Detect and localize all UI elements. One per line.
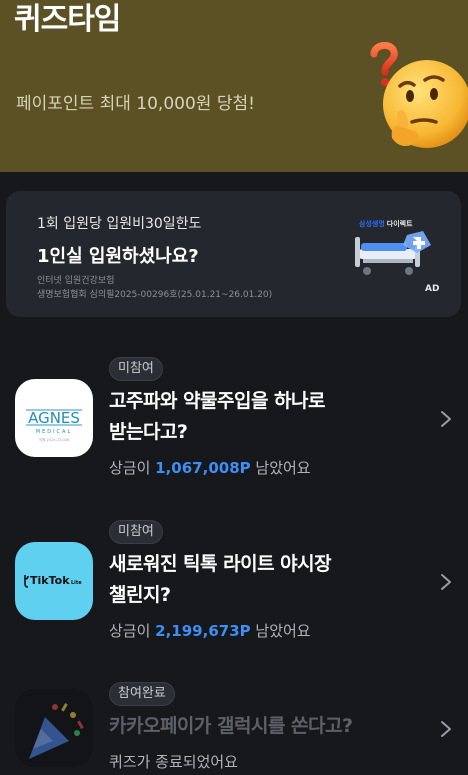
status-badge: 미참여 xyxy=(109,520,163,544)
ad-label: AD xyxy=(425,284,440,294)
quiz-title-line2: 받는다고? xyxy=(109,421,188,443)
quiz-title-line1: 새로워진 틱톡 라이트 야시장 xyxy=(109,553,332,575)
kakaopay-quiz-logo xyxy=(15,689,93,767)
chevron-right-icon[interactable] xyxy=(440,720,452,738)
ad-brand-logo: 삼성생명 다이렉트 xyxy=(359,219,413,229)
agnes-logo-text: AGNES xyxy=(28,409,80,427)
prize-prefix: 상금이 xyxy=(109,622,156,640)
agnes-logo-subtext: MEDICAL xyxy=(36,429,73,435)
quiz-ended-status: 퀴즈가 종료되었어요 xyxy=(109,753,238,771)
agnes-logo-mark: AGNES MEDICAL 의원-2025-23-008 xyxy=(26,409,82,442)
prize-remaining: 상금이 2,199,673P 남았어요 xyxy=(109,620,311,641)
list-item[interactable]: AGNES MEDICAL 의원-2025-23-008 미참여 고주파와 약물… xyxy=(0,350,468,490)
ad-brand-name: 삼성생명 xyxy=(359,220,385,228)
ad-brand-sub: 다이렉트 xyxy=(386,220,413,228)
hospital-bed-icon xyxy=(355,231,431,275)
prize-suffix: 남았어요 xyxy=(250,459,311,477)
page-title: 퀴즈타임 xyxy=(14,2,121,37)
tiktok-lite-logo: TikTok Lite xyxy=(15,542,93,620)
party-popper-icon xyxy=(29,703,84,759)
prize-suffix: 남았어요 xyxy=(250,622,311,640)
quiz-time-header: 퀴즈타임 페이포인트 최대 10,000원 당첨! xyxy=(0,0,468,172)
ad-banner[interactable]: 1회 입원당 입원비30일한도 1인실 입원하셨나요? 인터넷 입원건강보험 생… xyxy=(6,191,461,317)
prize-amount: 1,067,008P xyxy=(155,459,251,477)
list-item[interactable]: 참여완료 카카오페이가 갤럭시를 쏜다고? 퀴즈가 종료되었어요 xyxy=(0,675,468,775)
tiktok-logo-subtext: Lite xyxy=(71,580,82,586)
ad-headline: 1회 입원당 입원비30일한도 xyxy=(37,216,202,232)
ad-footnote: 인터넷 입원건강보험 xyxy=(37,276,115,286)
quiz-title-line2: 챌린지? xyxy=(109,584,171,606)
tiktok-logo-mark: TikTok Lite xyxy=(24,574,82,588)
status-badge: 미참여 xyxy=(109,357,163,381)
prize-amount: 2,199,673P xyxy=(155,622,251,640)
list-item[interactable]: TikTok Lite 미참여 새로워진 틱톡 라이트 야시장 챌린지? 상금이… xyxy=(0,513,468,653)
chevron-right-icon[interactable] xyxy=(440,573,452,591)
chevron-right-icon[interactable] xyxy=(440,410,452,428)
thinking-face-icon xyxy=(370,42,468,148)
agnes-medical-logo: AGNES MEDICAL 의원-2025-23-008 xyxy=(15,379,93,457)
ad-title: 1인실 입원하셨나요? xyxy=(37,246,199,267)
quiz-title-line1: 카카오페이가 갤럭시를 쏜다고? xyxy=(109,715,353,737)
status-badge: 참여완료 xyxy=(109,682,175,706)
agnes-logo-caption: 의원-2025-23-008 xyxy=(39,437,69,442)
tiktok-logo-text: TikTok xyxy=(30,574,70,587)
ad-disclaimer: 생명보험협회 심의필2025-00296호(25.01.21~26.01.20) xyxy=(37,290,273,300)
quiz-title-line1: 고주파와 약물주입을 하나로 xyxy=(109,390,326,412)
page-subtitle: 페이포인트 최대 10,000원 당첨! xyxy=(16,94,255,114)
prize-remaining: 상금이 1,067,008P 남았어요 xyxy=(109,457,311,478)
prize-prefix: 상금이 xyxy=(109,459,156,477)
